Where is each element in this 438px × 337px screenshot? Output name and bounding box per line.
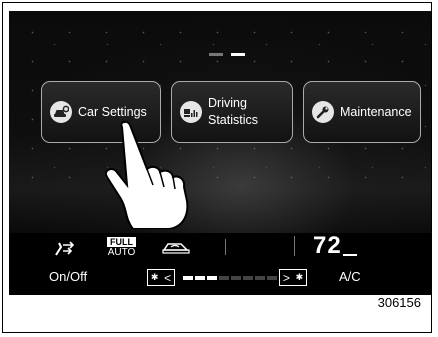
page-indicator <box>209 53 245 56</box>
fan-speed-indicator <box>183 276 277 280</box>
ac-label[interactable]: A/C <box>339 269 361 284</box>
figure-frame: Car Settings Driving Statistics Maintena… <box>2 2 432 333</box>
pointing-hand-illustration <box>105 120 189 229</box>
driving-statistics-label-line1: Driving <box>208 96 247 110</box>
temperature-cursor <box>343 254 357 256</box>
air-flow-mode-icon[interactable] <box>53 239 75 257</box>
temperature-display[interactable]: 72 <box>313 232 342 260</box>
chevron-left-icon: < <box>164 270 172 285</box>
maintenance-button[interactable]: Maintenance <box>303 81 421 143</box>
driving-statistics-label: Driving Statistics <box>208 95 258 129</box>
page-dot <box>209 53 223 56</box>
car-settings-icon <box>50 101 72 123</box>
fan-icon: ✱ <box>295 272 304 282</box>
figure-code: 306156 <box>377 295 421 310</box>
maintenance-label: Maintenance <box>340 104 412 119</box>
divider <box>294 236 295 256</box>
fan-level-segment <box>219 276 229 280</box>
fan-level-segment <box>207 276 217 280</box>
fan-level-segment <box>267 276 277 280</box>
car-settings-label: Car Settings <box>78 104 147 119</box>
infotainment-screen: Car Settings Driving Statistics Maintena… <box>9 11 431 295</box>
full-label: FULL <box>107 237 136 247</box>
recirculation-icon[interactable] <box>161 239 191 255</box>
fan-icon: ✱ <box>150 272 159 282</box>
fan-level-segment <box>231 276 241 280</box>
fan-level-segment <box>243 276 253 280</box>
onoff-label[interactable]: On/Off <box>49 269 87 284</box>
wrench-icon <box>312 101 334 123</box>
fan-level-segment <box>255 276 265 280</box>
page-dot-active <box>231 53 245 56</box>
divider <box>225 239 226 255</box>
fan-level-segment <box>183 276 193 280</box>
full-auto-button[interactable]: FULL AUTO <box>107 237 136 258</box>
chevron-right-icon: > <box>282 270 290 285</box>
fan-increase-button[interactable]: > ✱ <box>279 269 307 286</box>
driving-statistics-label-line2: Statistics <box>208 113 259 127</box>
fan-decrease-button[interactable]: ✱ < <box>147 269 175 286</box>
fan-level-segment <box>195 276 205 280</box>
